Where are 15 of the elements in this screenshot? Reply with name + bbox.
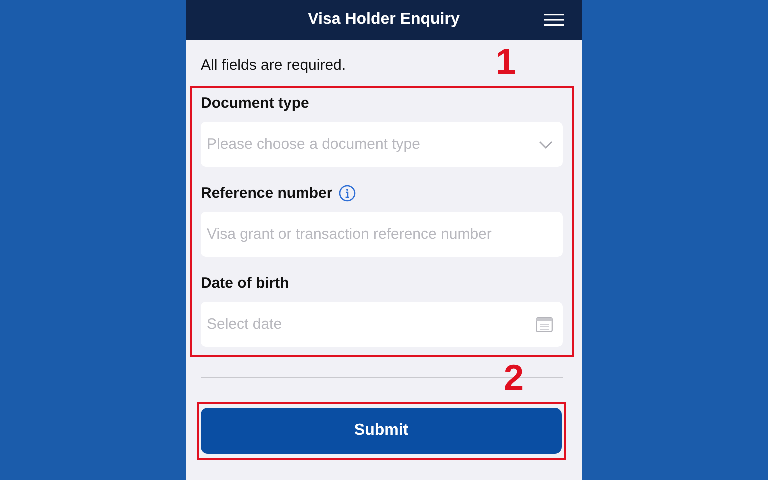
menu-icon[interactable] <box>544 14 564 26</box>
date-field[interactable]: Select date <box>201 302 563 347</box>
page-title: Visa Holder Enquiry <box>308 11 460 29</box>
submit-button[interactable]: Submit <box>201 408 562 454</box>
calendar-icon <box>536 317 553 332</box>
input-field[interactable]: Visa grant or transaction reference number <box>201 212 563 257</box>
field-label: Document type <box>201 94 310 112</box>
dropdown-field[interactable]: Please choose a document type <box>201 122 563 167</box>
chevron-down-icon <box>539 140 553 148</box>
annotation-number: 1 <box>496 44 516 80</box>
required-note: All fields are required. <box>201 57 346 74</box>
field-label: Date of birth <box>201 274 290 292</box>
annotation-number: 2 <box>504 360 524 396</box>
field-label: Reference number <box>201 184 333 202</box>
info-icon[interactable] <box>338 184 356 202</box>
